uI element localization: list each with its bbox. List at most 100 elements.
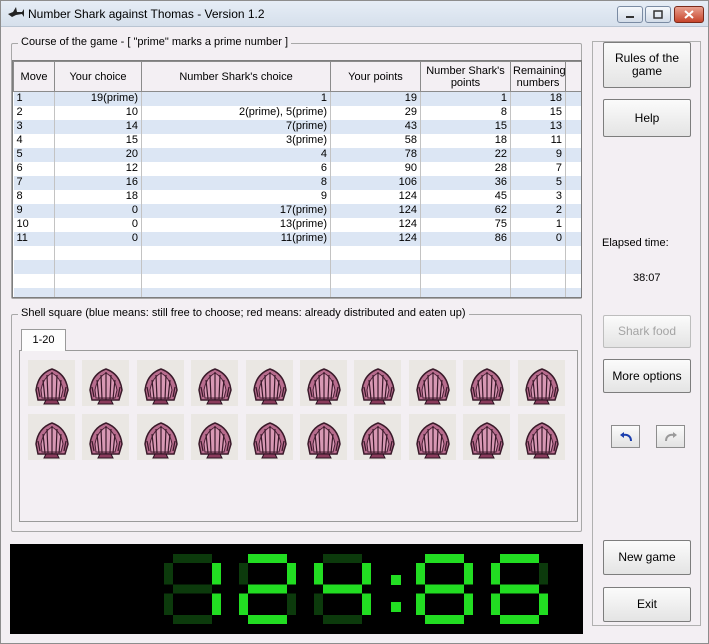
scallop-shell-icon (416, 368, 450, 405)
header-your-choice[interactable]: Your choice (54, 61, 142, 92)
header-your-points[interactable]: Your points (330, 61, 421, 92)
redo-button[interactable] (656, 425, 685, 448)
minimize-button[interactable] (617, 6, 643, 23)
shell-5[interactable] (245, 360, 293, 406)
table-cell: 1 (141, 91, 331, 106)
scallop-shell-icon (470, 368, 504, 405)
table-row[interactable]: 8 18 9 124 45 3 (13, 189, 581, 204)
table-cell: 10 (13, 217, 55, 232)
shell-square-label: Shell square (blue means: still free to … (18, 307, 469, 319)
table-row[interactable]: 9 0 17(prime) 124 62 2 (13, 203, 581, 218)
table-cell: 16 (54, 175, 142, 190)
table-cell-filler (565, 161, 581, 176)
table-row[interactable]: 6 12 6 90 28 7 (13, 161, 581, 176)
shell-17[interactable] (354, 414, 402, 460)
table-cell-filler (565, 203, 581, 218)
table-cell: 106 (330, 175, 421, 190)
table-cell: 11 (510, 133, 566, 148)
scallop-shell-icon (307, 422, 341, 459)
table-cell: 3 (510, 189, 566, 204)
led-colon (391, 575, 401, 612)
table-cell: 9 (141, 189, 331, 204)
table-cell: 45 (420, 189, 511, 204)
header-remaining[interactable]: Remaining numbers (510, 61, 566, 92)
table-cell (13, 273, 55, 288)
scallop-shell-icon (252, 422, 287, 459)
table-cell: 0 (54, 231, 142, 246)
new-game-button[interactable]: New game (603, 540, 691, 575)
shell-11[interactable] (28, 414, 75, 460)
shell-7[interactable] (354, 360, 402, 406)
shell-3[interactable] (136, 360, 184, 406)
table-cell: 58 (330, 133, 421, 148)
shell-18[interactable] (408, 414, 456, 460)
shell-19[interactable] (463, 414, 511, 460)
table-row[interactable]: 10 0 13(prime) 124 75 1 (13, 217, 581, 232)
shell-12[interactable] (82, 414, 130, 460)
table-cell: 78 (330, 147, 421, 162)
elapsed-time-value: 38:07 (633, 272, 661, 284)
led-digit-4 (491, 554, 548, 624)
table-cell (141, 259, 331, 274)
table-cell: 7 (13, 175, 55, 190)
table-row[interactable]: 3 14 7(prime) 43 15 13 (13, 119, 581, 134)
table-cell: 3 (13, 119, 55, 134)
shell-16[interactable] (300, 414, 347, 460)
shell-13[interactable] (136, 414, 184, 460)
table-row[interactable]: 2 10 2(prime), 5(prime) 29 8 15 (13, 105, 581, 120)
table-cell: 75 (420, 217, 511, 232)
table-cell: 1 (510, 217, 566, 232)
shell-20[interactable] (517, 414, 565, 460)
scallop-shell-icon (198, 422, 232, 459)
header-shark-points[interactable]: Number Shark's points (420, 61, 511, 92)
table-cell (141, 245, 331, 260)
shell-9[interactable] (463, 360, 511, 406)
close-button[interactable] (674, 6, 704, 23)
table-cell-filler (565, 189, 581, 204)
header-move[interactable]: Move (13, 61, 55, 92)
table-row[interactable]: 11 0 11(prime) 124 86 0 (13, 231, 581, 246)
title-bar[interactable]: Number Shark against Thomas - Version 1.… (1, 1, 708, 27)
shell-14[interactable] (191, 414, 239, 460)
course-table[interactable]: Move Your choice Number Shark's choice Y… (12, 60, 582, 298)
score-text: 124:86 (10, 544, 14, 545)
scallop-shell-icon (35, 422, 69, 459)
more-options-button[interactable]: More options (603, 359, 691, 393)
scallop-shell-icon (198, 368, 232, 405)
table-row[interactable]: 5 20 4 78 22 9 (13, 147, 581, 162)
table-row[interactable]: 4 15 3(prime) 58 18 11 (13, 133, 581, 148)
shark-food-button[interactable]: Shark food (603, 315, 691, 348)
header-filler (565, 61, 581, 92)
table-cell-filler (565, 91, 581, 106)
scallop-shell-icon (524, 368, 559, 405)
table-cell (565, 273, 581, 288)
table-cell: 8 (141, 175, 331, 190)
table-cell: 2 (510, 203, 566, 218)
table-cell: 11 (13, 231, 55, 246)
table-cell: 36 (420, 175, 511, 190)
maximize-button[interactable] (645, 6, 671, 23)
tab-1-20[interactable]: 1-20 (21, 329, 66, 351)
shell-6[interactable] (300, 360, 347, 406)
table-cell: 15 (510, 105, 566, 120)
table-cell: 2 (13, 105, 55, 120)
shell-15[interactable] (245, 414, 293, 460)
table-cell: 14 (54, 119, 142, 134)
table-header-row: Move Your choice Number Shark's choice Y… (13, 61, 581, 92)
table-cell: 124 (330, 189, 421, 204)
table-cell (54, 259, 142, 274)
shell-10[interactable] (517, 360, 565, 406)
exit-button[interactable]: Exit (603, 587, 691, 622)
table-row[interactable]: 1 19(prime) 1 19 1 18 (13, 91, 581, 106)
help-button[interactable]: Help (603, 99, 691, 137)
table-cell: 19 (330, 91, 421, 106)
table-cell: 22 (420, 147, 511, 162)
rules-button[interactable]: Rules of the game (603, 42, 691, 88)
table-row[interactable]: 7 16 8 106 36 5 (13, 175, 581, 190)
shell-2[interactable] (82, 360, 130, 406)
header-shark-choice[interactable]: Number Shark's choice (141, 61, 331, 92)
shell-8[interactable] (408, 360, 456, 406)
undo-button[interactable] (611, 425, 640, 448)
shell-4[interactable] (191, 360, 239, 406)
shell-1[interactable] (28, 360, 75, 406)
